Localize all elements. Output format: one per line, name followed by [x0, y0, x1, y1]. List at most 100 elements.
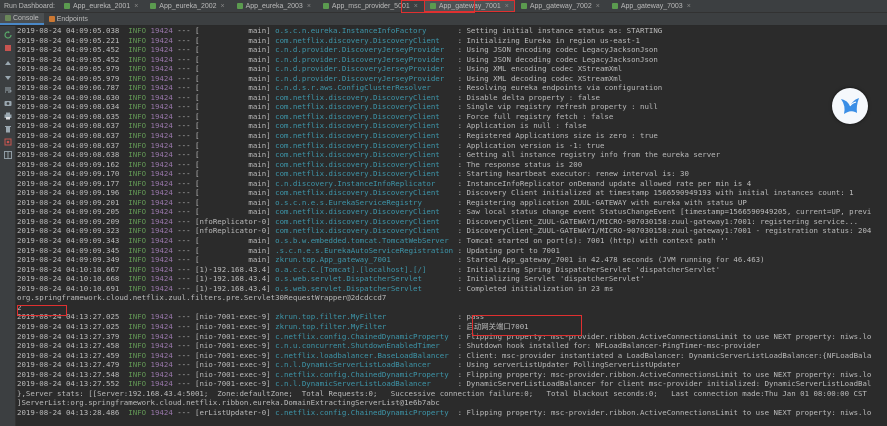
run-tab-4[interactable]: App_gateway_7001 ×	[423, 0, 515, 12]
close-icon[interactable]: ×	[687, 3, 691, 10]
log-level: INFO	[128, 207, 147, 217]
log-logger: com.netflix.discovery.DiscoveryClient	[275, 35, 454, 45]
layout-icon[interactable]	[3, 150, 12, 159]
log-thread: [ main]	[195, 188, 271, 198]
log-message: : Flipping property: msc-provider.ribbon…	[457, 407, 872, 417]
delete-icon[interactable]	[3, 124, 12, 133]
log-thread: [ main]	[195, 245, 271, 255]
log-message: : pass	[457, 312, 485, 322]
stop-icon[interactable]	[3, 43, 12, 52]
run-tab-2[interactable]: App_eureka_2003 ×	[231, 0, 317, 12]
console-line: 2019-08-24 04:13:27.025 INFO 19424 --- […	[17, 312, 485, 322]
console-output[interactable]: 2019-08-24 04:09:05.038 INFO 19424 --- […	[17, 26, 887, 426]
console-subtabs: Console Endpoints	[0, 13, 887, 26]
print-icon[interactable]	[3, 111, 12, 120]
tab-console[interactable]: Console	[0, 13, 44, 25]
tab-endpoints[interactable]: Endpoints	[44, 13, 93, 25]
log-timestamp: 2019-08-24 04:09:05.979	[17, 64, 120, 74]
log-level: INFO	[128, 169, 147, 179]
pin-icon[interactable]	[3, 137, 12, 146]
floating-bird-logo-icon[interactable]	[832, 88, 868, 124]
log-level: INFO	[128, 159, 147, 169]
log-level: INFO	[128, 341, 147, 351]
log-message: : Registered Applications size is zero :…	[457, 131, 658, 141]
run-tab-label: App_eureka_2003	[245, 2, 303, 10]
console-raw-text: org.springframework.cloud.netflix.zuul.f…	[17, 293, 387, 303]
rerun-icon[interactable]	[3, 30, 12, 39]
run-tab-label: App_eureka_2002	[159, 2, 217, 10]
console-icon	[5, 15, 11, 21]
close-icon[interactable]: ×	[596, 3, 600, 10]
run-tab-0[interactable]: App_eureka_2001 ×	[58, 0, 144, 12]
log-logger: o.s.c.n.e.s.EurekaServiceRegistry	[275, 197, 454, 207]
log-timestamp: 2019-08-24 04:09:08.635	[17, 111, 120, 121]
log-level: INFO	[128, 331, 147, 341]
wrap-icon[interactable]	[3, 85, 12, 94]
log-pid: 19424	[150, 188, 173, 198]
log-pid: 19424	[150, 197, 173, 207]
console-line: 2019-08-24 04:13:27.552 INFO 19424 --- […	[17, 379, 872, 389]
log-thread: [ main]	[195, 255, 271, 265]
log-timestamp: 2019-08-24 04:09:05.452	[17, 54, 120, 64]
log-pid: 19424	[150, 26, 173, 35]
log-timestamp: 2019-08-24 04:09:09.323	[17, 226, 120, 236]
run-tab-label: App_gateway_7001	[438, 2, 501, 10]
close-icon[interactable]: ×	[505, 3, 509, 10]
log-logger: com.netflix.discovery.DiscoveryClient	[275, 169, 454, 179]
scroll-down-icon[interactable]	[3, 72, 12, 81]
log-logger: c.n.d.provider.DiscoveryJerseyProvider	[275, 73, 454, 83]
log-thread: [ main]	[195, 236, 271, 246]
log-timestamp: 2019-08-24 04:13:27.458	[17, 341, 120, 351]
console-line: 2019-08-24 04:10:10.667 INFO 19424 --- […	[17, 264, 721, 274]
log-pid: 19424	[150, 35, 173, 45]
log-thread: [1)-192.168.43.4]	[195, 283, 271, 293]
close-icon[interactable]: ×	[307, 3, 311, 10]
log-thread: [ main]	[195, 83, 271, 93]
log-logger: com.netflix.discovery.DiscoveryClient	[275, 131, 454, 141]
log-timestamp: 2019-08-24 04:09:09.345	[17, 245, 120, 255]
log-message: : Discovery Client initialized at timest…	[457, 188, 854, 198]
scroll-up-icon[interactable]	[3, 59, 12, 68]
log-thread: [ main]	[195, 111, 271, 121]
log-message: : Started App_gateway_7001 in 42.478 sec…	[457, 255, 765, 265]
tab-console-label: Console	[13, 14, 39, 22]
close-icon[interactable]: ×	[414, 3, 418, 10]
close-icon[interactable]: ×	[221, 3, 225, 10]
log-pid: 19424	[150, 407, 173, 417]
log-logger: com.netflix.discovery.DiscoveryClient	[275, 188, 454, 198]
log-logger: c.netflix.config.ChainedDynamicProperty	[275, 407, 454, 417]
log-level: INFO	[128, 92, 147, 102]
log-logger: c.netflix.loadbalancer.BaseLoadBalancer	[275, 350, 454, 360]
log-thread: [nfoReplicator-0]	[195, 216, 271, 226]
run-tab-1[interactable]: App_eureka_2002 ×	[144, 0, 230, 12]
console-raw-text: ]ServerList:org.springframework.cloud.ne…	[17, 398, 440, 408]
log-logger: o.a.c.c.C.[Tomcat].[localhost].[/]	[275, 264, 454, 274]
console-raw-text: },Server stats: [[Server:192.168.43.4:50…	[17, 388, 867, 398]
log-message: : Registering application ZUUL-GATEWAY w…	[457, 197, 747, 207]
spring-app-icon	[236, 3, 243, 9]
console-toolstrip	[0, 26, 16, 426]
spring-app-icon	[429, 3, 436, 9]
log-logger: com.netflix.discovery.DiscoveryClient	[275, 207, 454, 217]
log-logger: zkrun.top.filter.MyFilter	[275, 321, 454, 331]
console-line: 2019-08-24 04:09:05.979 INFO 19424 --- […	[17, 64, 623, 74]
log-timestamp: 2019-08-24 04:09:08.630	[17, 92, 120, 102]
log-timestamp: 2019-08-24 04:09:06.787	[17, 83, 120, 93]
log-level: INFO	[128, 64, 147, 74]
log-level: INFO	[128, 35, 147, 45]
log-pid: 19424	[150, 111, 173, 121]
close-icon[interactable]: ×	[134, 3, 138, 10]
log-pid: 19424	[150, 150, 173, 160]
log-timestamp: 2019-08-24 04:13:27.459	[17, 350, 120, 360]
console-line: 2019-08-24 04:13:27.479 INFO 19424 --- […	[17, 360, 681, 370]
run-tab-label: App_gateway_7002	[529, 2, 592, 10]
run-tab-5[interactable]: App_gateway_7002 ×	[515, 0, 606, 12]
run-tab-3[interactable]: App_msc_provider_5001 ×	[317, 0, 424, 12]
log-pid: 19424	[150, 274, 173, 284]
run-tab-6[interactable]: App_gateway_7003 ×	[606, 0, 697, 12]
log-logger: c.n.d.s.r.aws.ConfigClusterResolver	[275, 83, 454, 93]
log-message: : Disable delta property : false	[457, 92, 600, 102]
log-timestamp: 2019-08-24 04:09:09.209	[17, 216, 120, 226]
camera-icon[interactable]	[3, 98, 12, 107]
console-line: 2019-08-24 04:09:08.638 INFO 19424 --- […	[17, 150, 721, 160]
